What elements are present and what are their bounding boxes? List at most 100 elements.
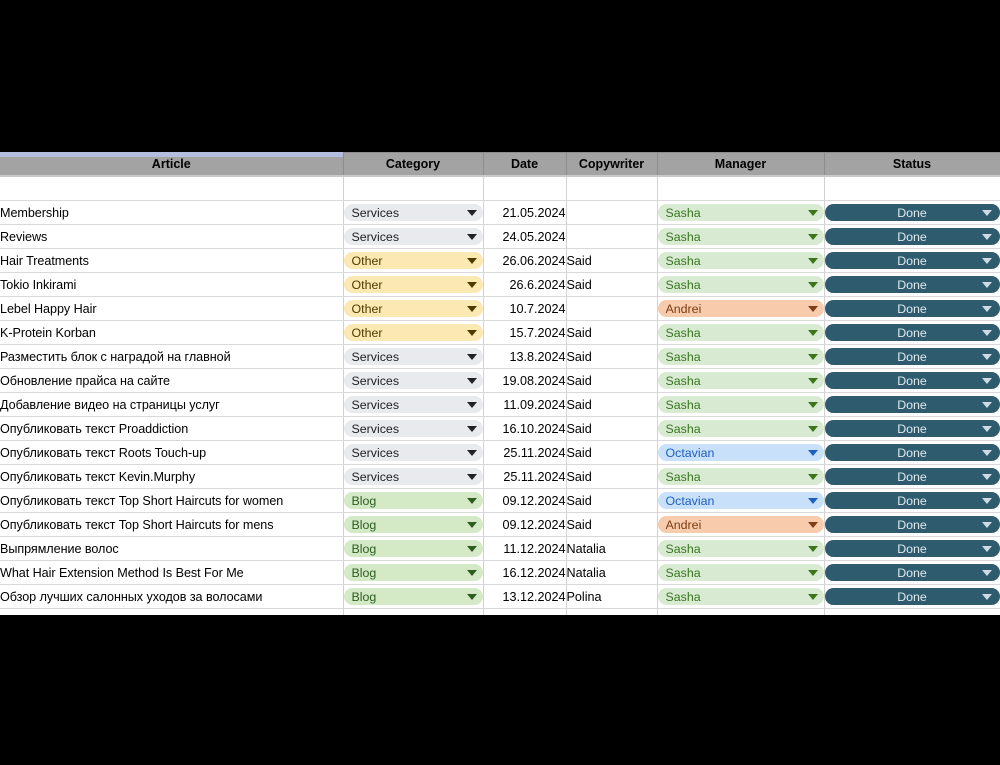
cell-date[interactable]: 13.8.2024 (483, 344, 567, 369)
cell-category[interactable]: Blog (343, 536, 484, 561)
category-chip[interactable]: Services (343, 204, 482, 221)
manager-chip[interactable]: Sasha (657, 468, 823, 485)
table-row[interactable]: What Hair Extension Method Is Best For M… (0, 560, 1000, 585)
cell-article[interactable]: Lebel Happy Hair (0, 296, 344, 321)
cell-copywriter[interactable] (566, 296, 658, 321)
column-header-copywriter[interactable]: Copywriter (566, 152, 658, 177)
partial-row[interactable] (0, 608, 1000, 615)
chevron-down-icon[interactable] (807, 209, 818, 216)
cell-manager[interactable]: Sasha (657, 200, 825, 225)
cell-copywriter[interactable]: Said (566, 344, 658, 369)
cell-category[interactable]: Blog (343, 560, 484, 585)
category-chip[interactable]: Services (343, 420, 482, 437)
manager-chip[interactable]: Sasha (657, 276, 823, 293)
chevron-down-icon[interactable] (466, 425, 477, 432)
cell-date[interactable]: 15.7.2024 (483, 320, 567, 345)
table-row[interactable]: Опубликовать текст Kevin.Murphy Services 2… (0, 464, 1000, 489)
cell-category[interactable]: Services (343, 392, 484, 417)
status-chip[interactable]: Done (824, 420, 999, 437)
cell-copywriter[interactable]: Said (566, 488, 658, 513)
blank-cell[interactable] (483, 176, 567, 201)
cell-manager[interactable]: Andrei (657, 512, 825, 537)
cell-date[interactable]: 16.10.2024 (483, 416, 567, 441)
cell-copywriter[interactable]: Said (566, 248, 658, 273)
category-chip[interactable]: Services (343, 348, 482, 365)
cell-status[interactable]: Done (824, 416, 1000, 441)
cell-manager[interactable]: Andrei (657, 296, 825, 321)
category-chip[interactable]: Services (343, 396, 482, 413)
cell-status[interactable]: Done (824, 344, 1000, 369)
table-row[interactable]: Опубликовать текст Proaddiction Services 1… (0, 416, 1000, 441)
cell-category[interactable]: Services (343, 464, 484, 489)
cell-category[interactable]: Services (343, 200, 484, 225)
cell-status[interactable]: Done (824, 392, 1000, 417)
table-row[interactable]: Tokio Inkirami Other 26.6.2024 Said Sasha Don… (0, 272, 1000, 297)
cell-status[interactable]: Done (824, 224, 1000, 249)
blank-cell[interactable] (0, 176, 344, 201)
cell-status[interactable]: Done (824, 464, 1000, 489)
table-row[interactable]: Reviews Services 24.05.2024 Sasha Done (0, 224, 1000, 249)
chevron-down-icon[interactable] (466, 521, 477, 528)
cell-copywriter[interactable]: Natalia (566, 560, 658, 585)
cell-category[interactable]: Blog (343, 488, 484, 513)
status-chip[interactable]: Done (824, 564, 999, 581)
cell-category[interactable]: Other (343, 296, 484, 321)
cell-copywriter[interactable]: Said (566, 440, 658, 465)
status-chip[interactable]: Done (824, 588, 999, 605)
cell-date[interactable]: 25.11.2024 (483, 464, 567, 489)
partial-cell[interactable] (566, 608, 658, 615)
table-row[interactable]: Lebel Happy Hair Other 10.7.2024 Andrei Done (0, 296, 1000, 321)
spreadsheet[interactable]: Article Category Date Copywriter Manager… (0, 152, 1000, 615)
cell-status[interactable]: Done (824, 296, 1000, 321)
cell-manager[interactable]: Sasha (657, 224, 825, 249)
cell-status[interactable]: Done (824, 560, 1000, 585)
column-header-category[interactable]: Category (343, 152, 484, 177)
chevron-down-icon[interactable] (807, 473, 818, 480)
cell-manager[interactable]: Sasha (657, 248, 825, 273)
category-chip[interactable]: Other (343, 300, 482, 317)
status-chip[interactable]: Done (824, 444, 999, 461)
category-chip[interactable]: Blog (343, 588, 482, 605)
chevron-down-icon[interactable] (466, 233, 477, 240)
cell-manager[interactable]: Sasha (657, 320, 825, 345)
partial-cell[interactable] (0, 608, 344, 615)
cell-date[interactable]: 19.08.2024 (483, 368, 567, 393)
category-chip[interactable]: Other (343, 252, 482, 269)
cell-date[interactable]: 10.7.2024 (483, 296, 567, 321)
partial-cell[interactable] (824, 608, 1000, 615)
cell-date[interactable]: 24.05.2024 (483, 224, 567, 249)
cell-status[interactable]: Done (824, 248, 1000, 273)
blank-cell[interactable] (657, 176, 825, 201)
table-row[interactable]: Опубликовать текст Top Short Haircuts fo… (0, 512, 1000, 537)
blank-row[interactable] (0, 176, 1000, 201)
cell-article[interactable]: Опубликовать текст Proaddiction (0, 416, 344, 441)
status-chip[interactable]: Done (824, 372, 999, 389)
cell-status[interactable]: Done (824, 320, 1000, 345)
chevron-down-icon[interactable] (807, 305, 818, 312)
table-row[interactable]: Опубликовать текст Roots Touch-up Service… (0, 440, 1000, 465)
chevron-down-icon[interactable] (466, 329, 477, 336)
chevron-down-icon[interactable] (466, 449, 477, 456)
cell-article[interactable]: Hair Treatments (0, 248, 344, 273)
cell-article[interactable]: K-Protein Korban (0, 320, 344, 345)
table-row[interactable]: Опубликовать текст Top Short Haircuts fo… (0, 488, 1000, 513)
cell-copywriter[interactable]: Said (566, 416, 658, 441)
table-row[interactable]: Membership Services 21.05.2024 Sasha Done (0, 200, 1000, 225)
cell-category[interactable]: Services (343, 416, 484, 441)
cell-article[interactable]: Опубликовать текст Top Short Haircuts fo… (0, 512, 344, 537)
chevron-down-icon[interactable] (807, 377, 818, 384)
manager-chip[interactable]: Andrei (657, 300, 823, 317)
manager-chip[interactable]: Sasha (657, 540, 823, 557)
cell-copywriter[interactable]: Said (566, 392, 658, 417)
cell-manager[interactable]: Sasha (657, 416, 825, 441)
cell-date[interactable]: 25.11.2024 (483, 440, 567, 465)
cell-category[interactable]: Services (343, 440, 484, 465)
cell-copywriter[interactable]: Said (566, 272, 658, 297)
status-chip[interactable]: Done (824, 540, 999, 557)
cell-category[interactable]: Other (343, 320, 484, 345)
cell-status[interactable]: Done (824, 272, 1000, 297)
cell-copywriter[interactable]: Said (566, 512, 658, 537)
cell-article[interactable]: Разместить блок с наградой на главной (0, 344, 344, 369)
manager-chip[interactable]: Sasha (657, 564, 823, 581)
cell-article[interactable]: Добавление видео на страницы услуг (0, 392, 344, 417)
